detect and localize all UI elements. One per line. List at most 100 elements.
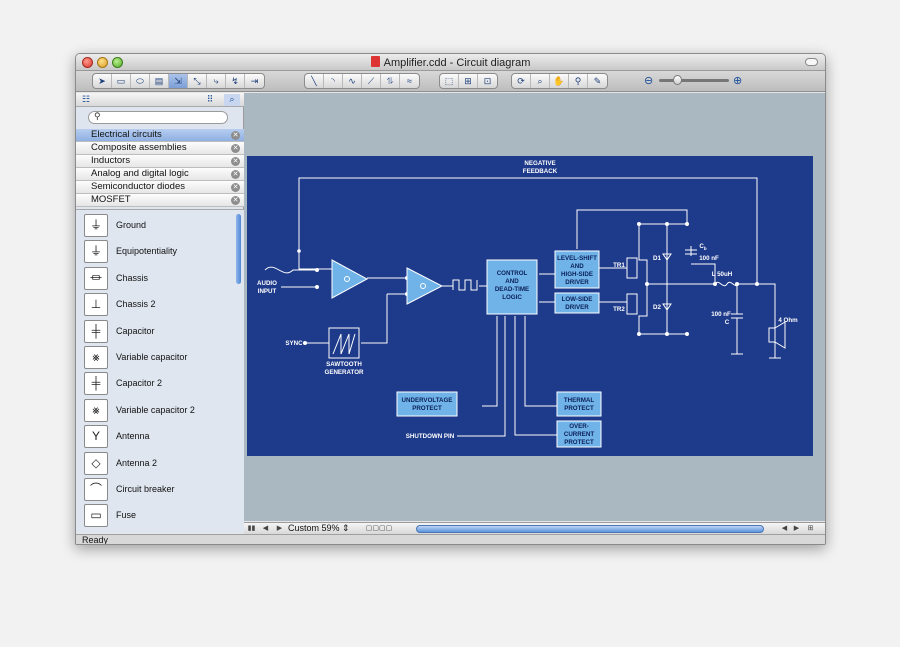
cap-name-label: C <box>725 319 730 326</box>
sawtooth-label-2: GENERATOR <box>325 369 364 376</box>
cap-node <box>735 282 739 286</box>
rail-node-2 <box>665 222 669 226</box>
amp1-input-node <box>315 268 319 272</box>
zoom-select[interactable]: Custom 59% ⇕ <box>288 523 356 534</box>
connection-points-icon[interactable]: ⊡ <box>478 74 497 88</box>
drawing-tools-group: ➤ ▭ ⬭ ▤ ⇲ ⤡ ⤷ ↯ ⇥ <box>92 73 265 89</box>
d2-label: D2 <box>653 304 661 311</box>
library-item[interactable]: Semiconductor diodes ✕ <box>76 181 244 194</box>
tree-connector-icon[interactable]: ⤷ <box>207 74 226 88</box>
close-library-icon[interactable]: ✕ <box>231 144 240 153</box>
feedback-node <box>297 249 301 253</box>
toolbar-toggle-button[interactable] <box>805 58 818 66</box>
rail-node-3 <box>685 222 689 226</box>
shape-item[interactable]: ⏚ Equipotentiality <box>84 240 234 264</box>
shape-item[interactable]: ╪ Capacitor <box>84 319 234 344</box>
shape-item[interactable]: ⊥ Chassis 2 <box>84 293 234 317</box>
horizontal-scrollbar[interactable] <box>416 525 764 533</box>
shape-item[interactable]: Y Antenna <box>84 425 234 449</box>
prev-page-button[interactable]: ◀ <box>260 524 271 533</box>
rectangle-tool-icon[interactable]: ▭ <box>112 74 131 88</box>
library-search-input[interactable]: ⚲ <box>88 111 228 124</box>
library-item[interactable]: Analog and digital logic ✕ <box>76 168 244 181</box>
shape-list-scrollbar[interactable] <box>236 214 241 284</box>
library-item[interactable]: Composite assemblies ✕ <box>76 142 244 155</box>
hand-tool-icon[interactable]: ✋ <box>550 74 569 88</box>
sawtooth-label-1: SAWTOOTH <box>326 361 362 368</box>
zoom-slider[interactable] <box>659 79 729 82</box>
library-item[interactable]: MOSFET ✕ <box>76 194 244 207</box>
text-tool-icon[interactable]: ▤ <box>150 74 169 88</box>
zoom-out-icon[interactable]: ⊖ <box>644 74 653 87</box>
smart-connector-icon[interactable]: ⤡ <box>188 74 207 88</box>
curve-tool-icon[interactable]: ∿ <box>343 74 362 88</box>
library-item-label: Analog and digital logic <box>91 168 189 179</box>
undervoltage-block[interactable] <box>396 391 458 417</box>
close-library-icon[interactable]: ✕ <box>231 157 240 166</box>
zoom-slider-knob[interactable] <box>673 75 682 85</box>
view-mode-icons[interactable]: ▢▢▢▢ <box>362 524 396 533</box>
shape-item-label: Antenna 2 <box>116 457 158 468</box>
lasso-tool-icon[interactable]: ⬚ <box>440 74 459 88</box>
audio-input-label-2: INPUT <box>258 288 277 295</box>
tr1-symbol <box>626 257 638 279</box>
shape-thumbnail-icon: ⏛ <box>84 266 108 290</box>
line-tool-icon[interactable]: ╲ <box>305 74 324 88</box>
search-toggle-icon[interactable]: ⌕ <box>224 94 240 106</box>
close-library-icon[interactable]: ✕ <box>231 196 240 205</box>
shape-item[interactable]: ⨳ Variable capacitor 2 <box>84 398 234 423</box>
chain-connector-icon[interactable]: ⇥ <box>245 74 264 88</box>
speaker-cone-icon <box>774 321 786 349</box>
page-list-icon[interactable]: ▮▮ <box>246 524 257 533</box>
shape-item-label: Circuit breaker <box>116 484 175 494</box>
freehand-tool-icon[interactable]: ⥮ <box>381 74 400 88</box>
zoom-in-icon[interactable]: ⊕ <box>733 74 742 87</box>
grid-view-icon[interactable]: ⠿ <box>202 94 218 106</box>
round-connector-icon[interactable]: ↯ <box>226 74 245 88</box>
thermal-wire <box>524 316 557 407</box>
close-library-icon[interactable]: ✕ <box>231 170 240 179</box>
fit-view-icon[interactable]: ⊞ <box>805 524 816 533</box>
amplifier-2[interactable] <box>406 267 444 305</box>
polyline-tool-icon[interactable]: ⟋ <box>362 74 381 88</box>
shape-item[interactable]: ⌒ Circuit breaker <box>84 478 234 502</box>
close-library-icon[interactable]: ✕ <box>231 183 240 192</box>
library-item[interactable]: Inductors ✕ <box>76 155 244 168</box>
group-select-icon[interactable]: ⊞ <box>459 74 478 88</box>
thermal-block[interactable] <box>556 391 602 417</box>
cb-value-label: 100 nF <box>699 255 719 262</box>
level-shift-label-4: DRIVER <box>565 279 589 286</box>
shape-item[interactable]: ⨳ Variable capacitor <box>84 346 234 370</box>
close-library-icon[interactable]: ✕ <box>231 131 240 140</box>
control-label-3: DEAD-TIME <box>495 286 529 293</box>
library-list: Electrical circuits ✕ Composite assemblies… <box>76 129 244 207</box>
next-page-button[interactable]: ▶ <box>274 524 285 533</box>
library-list-icon[interactable]: ☷ <box>82 94 90 105</box>
spline-tool-icon[interactable]: ≈ <box>400 74 419 88</box>
shape-thumbnail-icon: ⏚ <box>84 240 108 264</box>
zoom-tool-icon[interactable]: ⌕ <box>531 74 550 88</box>
ellipse-tool-icon[interactable]: ⬭ <box>131 74 150 88</box>
scroll-left-button[interactable]: ◀ <box>779 524 790 533</box>
library-item[interactable]: Electrical circuits ✕ <box>76 129 244 142</box>
rotate-icon[interactable]: ⟳ <box>512 74 531 88</box>
speaker-label: 4 Ohm <box>778 317 798 324</box>
circuit-diagram[interactable]: NEGATIVE FEEDBACK AUDIO INPUT SYNC SAWTO… <box>247 156 813 456</box>
line-tools-group: ╲ ◝ ∿ ⟋ ⥮ ≈ <box>304 73 420 89</box>
shape-item[interactable]: ⏚ Ground <box>84 214 234 238</box>
drawing-canvas[interactable]: NEGATIVE FEEDBACK AUDIO INPUT SYNC SAWTO… <box>244 93 825 521</box>
level-shift-label-1: LEVEL-SHIFT <box>557 255 597 262</box>
shape-item[interactable]: ╪ Capacitor 2 <box>84 372 234 396</box>
pointer-tool-icon[interactable]: ➤ <box>93 74 112 88</box>
shape-thumbnail-icon: ⨳ <box>84 346 108 369</box>
inductor-label: L 50uH <box>712 271 733 278</box>
shape-item-label: Capacitor <box>116 325 155 336</box>
shape-item[interactable]: ▭ Fuse <box>84 504 234 528</box>
shape-item[interactable]: ⏛ Chassis <box>84 266 234 291</box>
stamp-tool-icon[interactable]: ⚲ <box>569 74 588 88</box>
scroll-right-button[interactable]: ▶ <box>791 524 802 533</box>
connector-tool-icon[interactable]: ⇲ <box>169 74 188 88</box>
eyedropper-icon[interactable]: ✎ <box>588 74 607 88</box>
arc-tool-icon[interactable]: ◝ <box>324 74 343 88</box>
shape-item[interactable]: ◇ Antenna 2 <box>84 451 234 476</box>
